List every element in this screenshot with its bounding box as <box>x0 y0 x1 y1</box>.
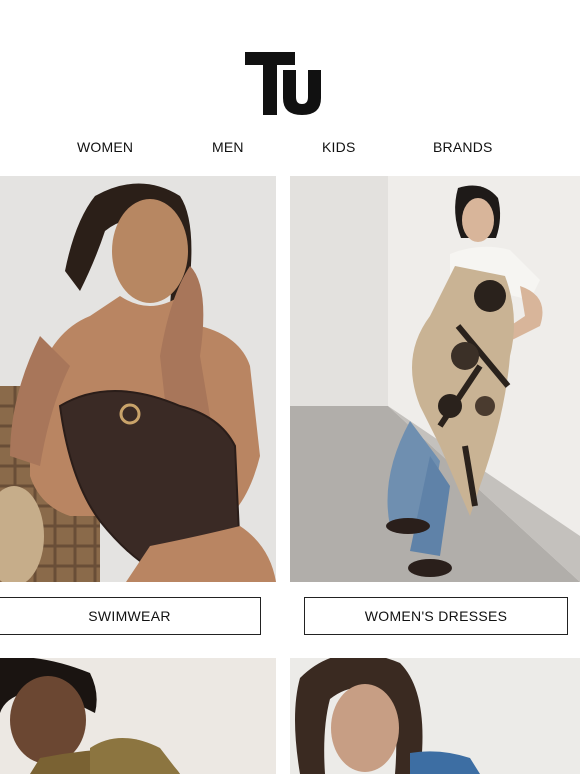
swimwear-image[interactable] <box>0 176 276 582</box>
nav-item-men[interactable]: MEN <box>212 139 244 155</box>
womens-dresses-image[interactable] <box>290 176 580 582</box>
womens-dresses-button[interactable]: WOMEN'S DRESSES <box>304 597 568 635</box>
site-header: WOMEN MEN KIDS BRANDS <box>0 0 580 176</box>
swimwear-button[interactable]: SWIMWEAR <box>0 597 261 635</box>
tu-logo[interactable] <box>245 52 323 116</box>
nav-item-women[interactable]: WOMEN <box>77 139 133 155</box>
olive-jacket-image[interactable] <box>0 658 276 774</box>
main-nav: WOMEN MEN KIDS BRANDS <box>0 139 580 159</box>
nav-item-kids[interactable]: KIDS <box>322 139 355 155</box>
nav-item-brands[interactable]: BRANDS <box>433 139 493 155</box>
denim-jacket-image[interactable] <box>290 658 580 774</box>
